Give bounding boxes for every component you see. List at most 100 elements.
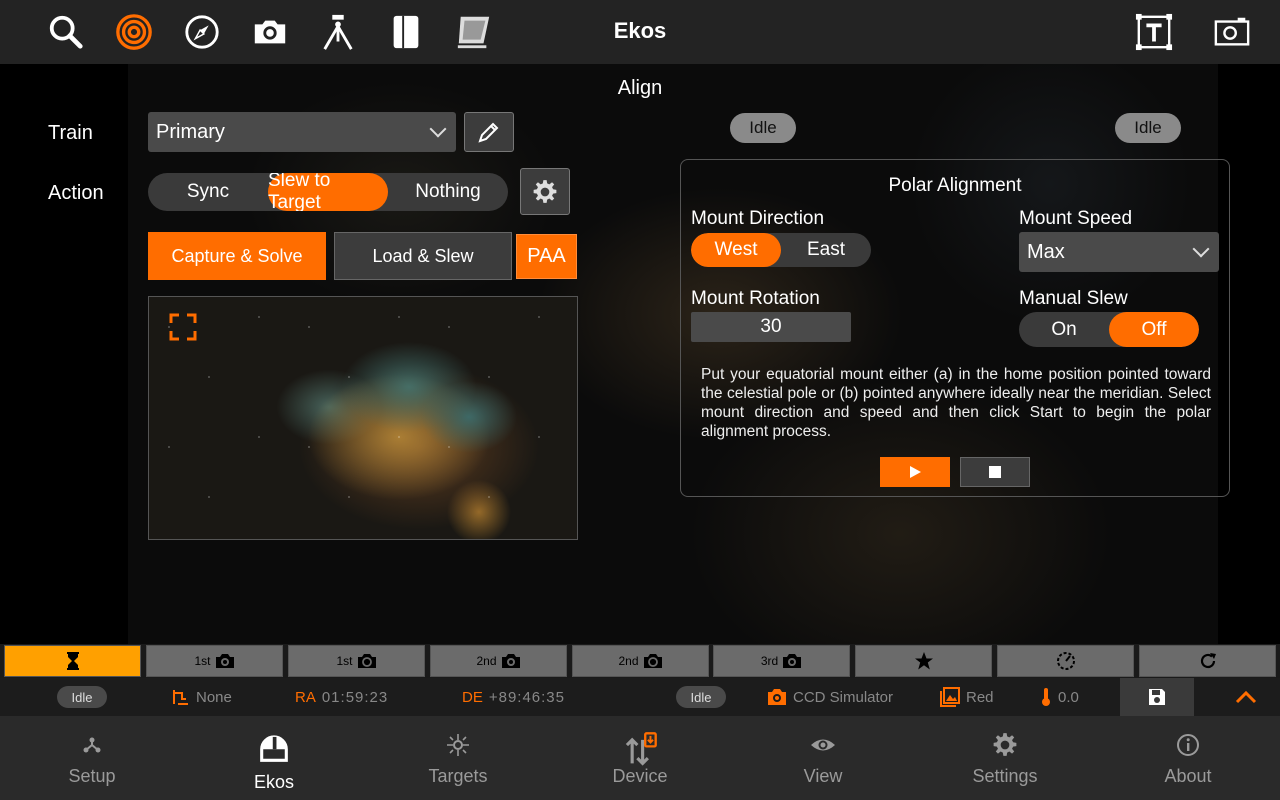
action-selector: Sync Slew to Target Nothing <box>148 173 508 211</box>
module-2nd-camera[interactable]: 2nd <box>430 645 567 677</box>
solver-image-preview <box>148 296 578 540</box>
camera-name: CCD Simulator <box>793 688 894 706</box>
chevron-down-icon <box>429 120 447 138</box>
module-refresh[interactable] <box>1139 645 1276 677</box>
module-label: 1st <box>336 654 353 668</box>
start-button[interactable] <box>880 457 950 487</box>
module-capture-progress[interactable] <box>4 645 141 677</box>
play-icon <box>910 466 921 478</box>
eye-icon <box>811 739 835 751</box>
target-status: None <box>172 678 232 716</box>
save-button[interactable] <box>1120 678 1194 716</box>
status-bar: Idle None RA 01:59:23 DE +89:46:35 Idle … <box>0 678 1280 716</box>
notebook-icon[interactable] <box>386 12 426 52</box>
stop-button[interactable] <box>960 457 1030 487</box>
module-3rd-camera[interactable]: 3rd <box>713 645 850 677</box>
camera-readout: CCD Simulator <box>767 678 893 716</box>
nav-label: Settings <box>972 766 1038 786</box>
screenshot-icon[interactable] <box>1212 12 1252 52</box>
action-nothing[interactable]: Nothing <box>388 173 508 211</box>
temperature-readout: 0.0 <box>1040 678 1079 716</box>
mount-speed-label: Mount Speed <box>1019 208 1133 229</box>
chevron-down-icon <box>1192 240 1210 258</box>
nav-device[interactable]: Device <box>570 716 710 800</box>
module-label: 2nd <box>476 654 497 668</box>
manual-slew-off[interactable]: Off <box>1109 312 1199 347</box>
camera-refresh-icon <box>643 654 662 668</box>
camera-icon <box>501 654 520 668</box>
flat-panel-icon[interactable] <box>454 12 494 52</box>
load-slew-button[interactable]: Load & Slew <box>334 232 512 280</box>
mount-icon <box>173 690 188 705</box>
thermometer-icon <box>1042 688 1050 706</box>
manual-slew-on[interactable]: On <box>1019 312 1109 347</box>
module-bar: 1st 1st 2nd 2nd 3rd <box>0 644 1280 678</box>
crosshair-icon <box>447 734 469 756</box>
module-guide[interactable] <box>997 645 1134 677</box>
polar-status-badge: Idle <box>1115 113 1181 143</box>
search-icon[interactable] <box>46 12 86 52</box>
nav-view[interactable]: View <box>753 716 893 800</box>
camera-refresh-icon <box>357 654 376 668</box>
manual-slew-toggle: On Off <box>1019 312 1199 347</box>
module-2nd-camera-loop[interactable]: 2nd <box>572 645 709 677</box>
nav-setup[interactable]: Setup <box>22 716 162 800</box>
gear-icon <box>533 179 557 203</box>
setup-icon <box>83 737 101 753</box>
nav-about[interactable]: About <box>1118 716 1258 800</box>
train-dropdown[interactable]: Primary <box>148 112 456 152</box>
temperature-value: 0.0 <box>1058 688 1079 706</box>
action-slew-to-target[interactable]: Slew to Target <box>268 173 388 211</box>
manual-slew-label: Manual Slew <box>1019 288 1128 309</box>
expand-status-button[interactable] <box>1235 678 1257 716</box>
telescope-icon[interactable] <box>318 12 358 52</box>
capture-solve-button[interactable]: Capture & Solve <box>148 232 326 280</box>
fullscreen-icon[interactable] <box>169 313 197 341</box>
direction-west[interactable]: West <box>691 233 781 267</box>
action-label: Action <box>48 182 104 204</box>
camera-icon <box>215 654 234 668</box>
train-value: Primary <box>156 120 225 143</box>
camera-icon <box>783 654 802 668</box>
mount-speed-dropdown[interactable]: Max <box>1019 232 1219 272</box>
nav-ekos[interactable]: Ekos <box>204 716 344 800</box>
section-title: Align <box>617 77 663 99</box>
target-name: None <box>196 688 232 706</box>
de-key: DE <box>462 688 483 706</box>
bottom-navigation: Setup Ekos Targets Device View Settings … <box>0 716 1280 800</box>
edit-train-button[interactable] <box>464 112 514 152</box>
paa-button[interactable]: PAA <box>516 234 577 279</box>
app-title: Ekos <box>613 18 667 43</box>
module-label: 3rd <box>760 654 779 668</box>
polar-alignment-panel: Polar Alignment Mount Direction West Eas… <box>680 159 1230 497</box>
module-label: 2nd <box>618 654 639 668</box>
align-panel: Align Train Primary Action Sync Slew to … <box>0 64 1280 644</box>
direction-east[interactable]: East <box>781 233 871 267</box>
gauge-icon <box>1056 652 1075 670</box>
compass-icon[interactable] <box>182 12 222 52</box>
align-settings-button[interactable] <box>520 168 570 215</box>
filter-name: Red <box>966 688 994 706</box>
hourglass-icon <box>66 652 79 670</box>
module-focus[interactable] <box>855 645 992 677</box>
left-margin <box>0 64 128 644</box>
save-icon <box>1149 689 1165 705</box>
chevron-up-icon <box>1235 690 1257 704</box>
mount-rotation-label: Mount Rotation <box>691 288 820 309</box>
train-label: Train <box>48 122 93 144</box>
module-1st-camera-loop[interactable]: 1st <box>288 645 425 677</box>
camera-status-badge: Idle <box>676 686 726 708</box>
action-sync[interactable]: Sync <box>148 173 268 211</box>
camera-icon[interactable] <box>250 12 290 52</box>
mount-rotation-input[interactable]: 30 <box>691 312 851 342</box>
nav-targets[interactable]: Targets <box>388 716 528 800</box>
text-frame-icon[interactable] <box>1134 12 1174 52</box>
gear-icon <box>993 733 1017 756</box>
ra-key: RA <box>295 688 316 706</box>
target-icon[interactable] <box>114 12 154 52</box>
filter-image-icon <box>940 687 960 707</box>
nav-label: Device <box>612 766 668 786</box>
module-1st-camera[interactable]: 1st <box>146 645 283 677</box>
nav-settings[interactable]: Settings <box>935 716 1075 800</box>
mount-direction-label: Mount Direction <box>691 208 825 229</box>
